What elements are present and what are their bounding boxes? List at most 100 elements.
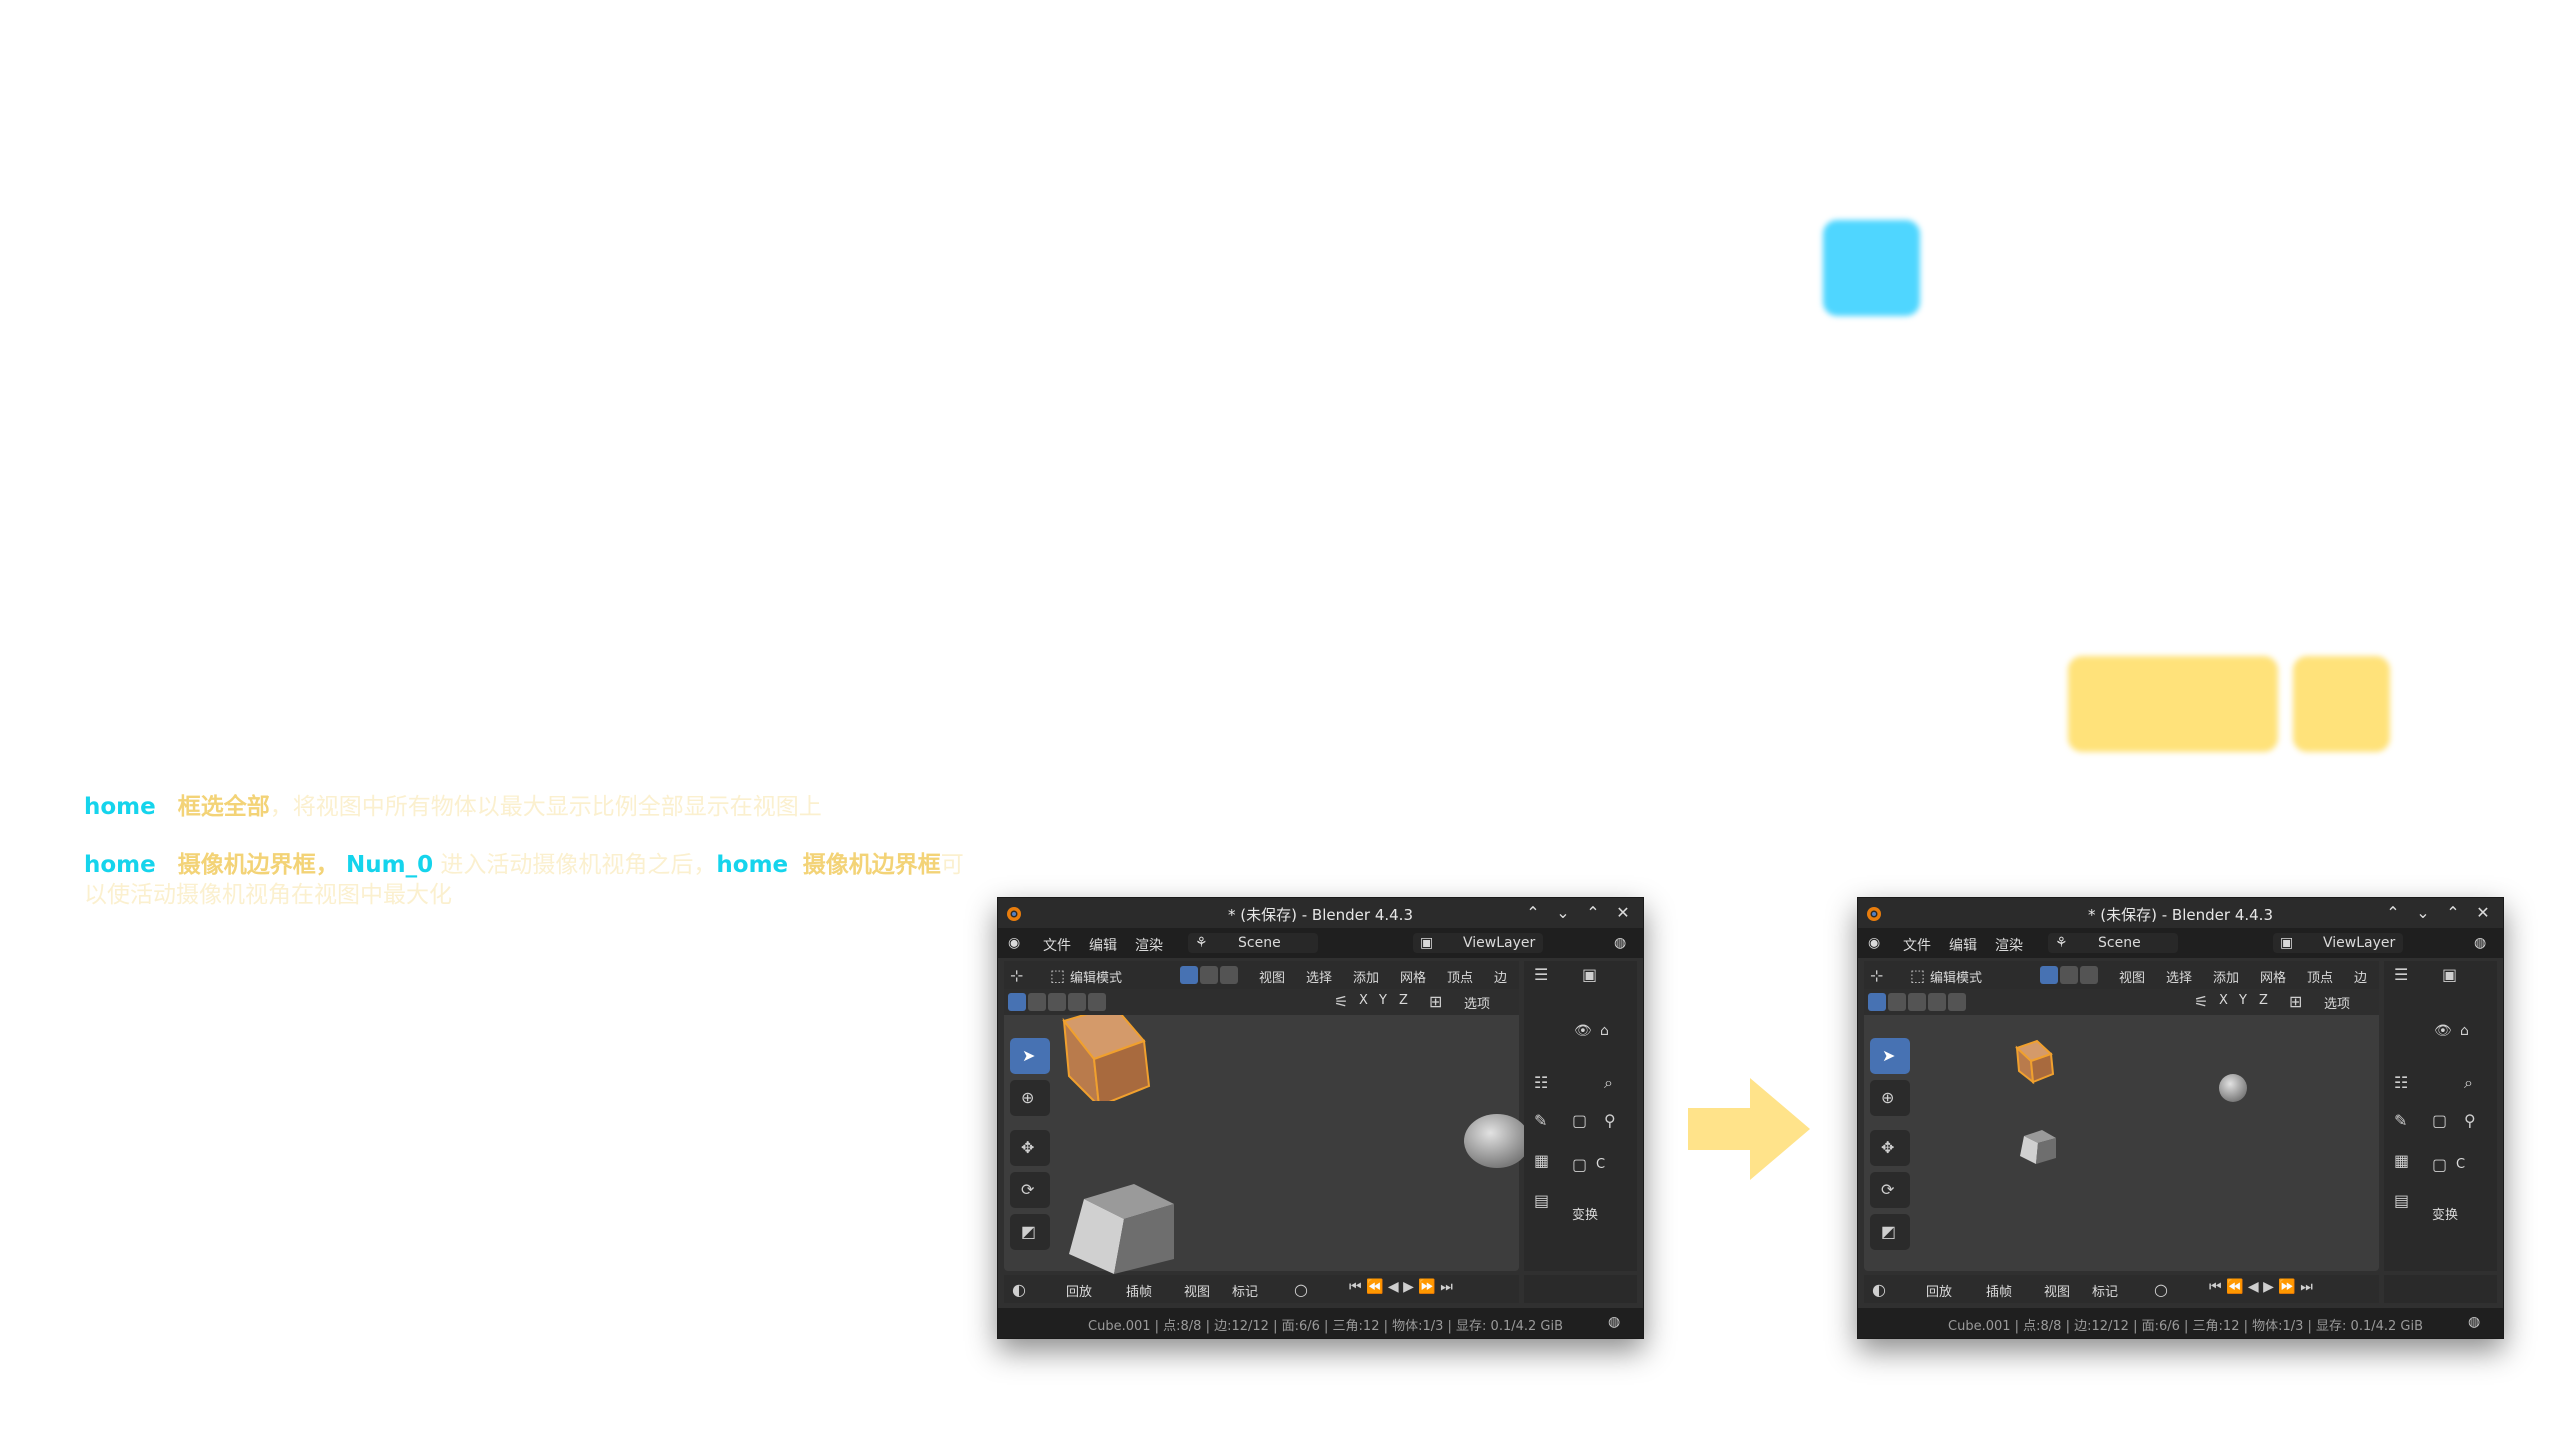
menu-render[interactable]: 渲染 bbox=[1995, 935, 2023, 955]
mode-dropdown[interactable]: 编辑模式 bbox=[1930, 967, 1982, 986]
properties-editor-icon[interactable]: ☷ bbox=[1534, 1073, 1548, 1092]
grey-cube[interactable] bbox=[1064, 1179, 1184, 1279]
snap-icon[interactable]: ⊞ bbox=[1429, 992, 1442, 1011]
axis-y[interactable]: Y bbox=[2239, 993, 2247, 1008]
search-icon[interactable]: ⌕ bbox=[1604, 1073, 1613, 1093]
sphere-object[interactable] bbox=[1462, 1111, 1532, 1171]
tool-properties-icon[interactable]: ✎ bbox=[2394, 1111, 2407, 1130]
maximize-icon[interactable]: ⌃ bbox=[1582, 903, 1604, 922]
collapse-icon[interactable]: ⌃ bbox=[2382, 903, 2404, 922]
editor-type-icon[interactable]: ⊹ bbox=[1010, 966, 1023, 985]
menu-mesh[interactable]: 网格 bbox=[2260, 967, 2286, 986]
visibility-eye-icon[interactable]: 👁 bbox=[1574, 1023, 1592, 1039]
render-camera-icon[interactable]: ⌂ bbox=[1600, 1023, 1609, 1039]
blender-menu-icon[interactable]: ◉ bbox=[1008, 935, 1020, 951]
menu-render[interactable]: 渲染 bbox=[1135, 935, 1163, 955]
edge-select-icon[interactable] bbox=[2060, 966, 2078, 984]
move-icon[interactable]: ✥ bbox=[1010, 1130, 1050, 1166]
axis-x[interactable]: X bbox=[2219, 993, 2228, 1008]
playback-controls[interactable]: ⏮ ⏪ ◀ ▶ ⏩ ⏭ bbox=[2209, 1279, 2313, 1295]
transform-panel-header[interactable]: 变换 bbox=[2432, 1204, 2458, 1223]
cursor-icon[interactable]: ⊕ bbox=[1010, 1080, 1050, 1116]
visibility-eye-icon[interactable]: 👁 bbox=[2434, 1023, 2452, 1039]
view-layer-name[interactable]: ViewLayer bbox=[1463, 935, 1535, 951]
maximize-icon[interactable]: ⌃ bbox=[2442, 903, 2464, 922]
menu-view[interactable]: 视图 bbox=[1259, 967, 1285, 986]
timeline-keying[interactable]: 插帧 bbox=[1126, 1281, 1152, 1300]
edge-select-icon[interactable] bbox=[1200, 966, 1218, 984]
scene-name[interactable]: Scene bbox=[2098, 935, 2141, 951]
face-select-icon[interactable] bbox=[1220, 966, 1238, 984]
cursor-icon[interactable]: ⊕ bbox=[1870, 1080, 1910, 1116]
timeline-view[interactable]: 视图 bbox=[1184, 1281, 1210, 1300]
vertex-select-icon[interactable] bbox=[1180, 966, 1198, 984]
axis-x[interactable]: X bbox=[1359, 993, 1368, 1008]
globe-icon[interactable]: ◍ bbox=[1608, 1314, 1620, 1330]
search-icon[interactable]: ⌕ bbox=[2464, 1073, 2473, 1093]
close-icon[interactable]: ✕ bbox=[2472, 903, 2494, 922]
axis-y[interactable]: Y bbox=[1379, 993, 1387, 1008]
select-mode-intersect-icon[interactable] bbox=[1948, 993, 1966, 1011]
select-mode-extend-icon[interactable] bbox=[1888, 993, 1906, 1011]
view-layer-name[interactable]: ViewLayer bbox=[2323, 935, 2395, 951]
selected-cube[interactable] bbox=[2009, 1036, 2059, 1086]
grey-cube[interactable] bbox=[2016, 1126, 2060, 1170]
output-properties-icon[interactable]: ▤ bbox=[2394, 1191, 2409, 1210]
timeline-marker[interactable]: 标记 bbox=[1232, 1281, 1258, 1300]
tool-properties-icon[interactable]: ✎ bbox=[1534, 1111, 1547, 1130]
axis-z[interactable]: Z bbox=[2259, 993, 2268, 1008]
menu-view[interactable]: 视图 bbox=[2119, 967, 2145, 986]
render-properties-icon[interactable]: ▦ bbox=[2394, 1151, 2409, 1170]
properties-editor-icon[interactable]: ☷ bbox=[2394, 1073, 2408, 1092]
menu-select[interactable]: 选择 bbox=[2166, 967, 2192, 986]
select-mode-subtract-icon[interactable] bbox=[1048, 993, 1066, 1011]
select-mode-invert-icon[interactable] bbox=[1928, 993, 1946, 1011]
axis-z[interactable]: Z bbox=[1399, 993, 1408, 1008]
move-icon[interactable]: ✥ bbox=[1870, 1130, 1910, 1166]
blender-menu-icon[interactable]: ◉ bbox=[1868, 935, 1880, 951]
menu-edit[interactable]: 编辑 bbox=[1949, 935, 1977, 955]
editor-type-icon[interactable]: ⊹ bbox=[1870, 966, 1883, 985]
menu-vertex[interactable]: 顶点 bbox=[2307, 967, 2333, 986]
minimize-icon[interactable]: ⌄ bbox=[2412, 903, 2434, 922]
select-box-icon[interactable]: ➤ bbox=[1010, 1038, 1050, 1074]
select-box-icon[interactable]: ➤ bbox=[1870, 1038, 1910, 1074]
scale-icon[interactable]: ◩ bbox=[1870, 1214, 1910, 1250]
globe-icon[interactable]: ◍ bbox=[2468, 1314, 2480, 1330]
select-mode-intersect-icon[interactable] bbox=[1088, 993, 1106, 1011]
menu-file[interactable]: 文件 bbox=[1043, 935, 1071, 955]
menu-add[interactable]: 添加 bbox=[2213, 967, 2239, 986]
mirror-icon[interactable]: ⚟ bbox=[1334, 992, 1348, 1011]
sphere-object[interactable] bbox=[2216, 1071, 2250, 1105]
timeline-keying[interactable]: 插帧 bbox=[1986, 1281, 2012, 1300]
record-icon[interactable]: ○ bbox=[2154, 1280, 2168, 1299]
select-mode-set-icon[interactable] bbox=[1868, 993, 1886, 1011]
world-icon[interactable]: ◍ bbox=[2474, 935, 2486, 951]
select-mode-set-icon[interactable] bbox=[1008, 993, 1026, 1011]
collapse-icon[interactable]: ⌃ bbox=[1522, 903, 1544, 922]
rotate-icon[interactable]: ⟳ bbox=[1870, 1172, 1910, 1208]
mode-dropdown[interactable]: 编辑模式 bbox=[1070, 967, 1122, 986]
rotate-icon[interactable]: ⟳ bbox=[1010, 1172, 1050, 1208]
pin-icon[interactable]: ⚲ bbox=[1604, 1111, 1616, 1130]
close-icon[interactable]: ✕ bbox=[1612, 903, 1634, 922]
display-mode-icon[interactable]: ▣ bbox=[2442, 965, 2457, 984]
timeline-editor-icon[interactable]: ◐ bbox=[1012, 1280, 1026, 1299]
render-camera-icon[interactable]: ⌂ bbox=[2460, 1023, 2469, 1039]
display-mode-icon[interactable]: ▣ bbox=[1582, 965, 1597, 984]
world-icon[interactable]: ◍ bbox=[1614, 935, 1626, 951]
menu-edit[interactable]: 编辑 bbox=[1089, 935, 1117, 955]
pin-icon[interactable]: ⚲ bbox=[2464, 1111, 2476, 1130]
menu-add[interactable]: 添加 bbox=[1353, 967, 1379, 986]
minimize-icon[interactable]: ⌄ bbox=[1552, 903, 1574, 922]
select-mode-extend-icon[interactable] bbox=[1028, 993, 1046, 1011]
select-mode-invert-icon[interactable] bbox=[1068, 993, 1086, 1011]
output-properties-icon[interactable]: ▤ bbox=[1534, 1191, 1549, 1210]
transform-panel-header[interactable]: 变换 bbox=[1572, 1204, 1598, 1223]
select-mode-subtract-icon[interactable] bbox=[1908, 993, 1926, 1011]
playback-controls[interactable]: ⏮ ⏪ ◀ ▶ ⏩ ⏭ bbox=[1349, 1279, 1453, 1295]
menu-file[interactable]: 文件 bbox=[1903, 935, 1931, 955]
render-properties-icon[interactable]: ▦ bbox=[1534, 1151, 1549, 1170]
options-dropdown[interactable]: 选项 bbox=[1464, 993, 1490, 1012]
outliner-icon[interactable]: ☰ bbox=[2394, 965, 2408, 984]
